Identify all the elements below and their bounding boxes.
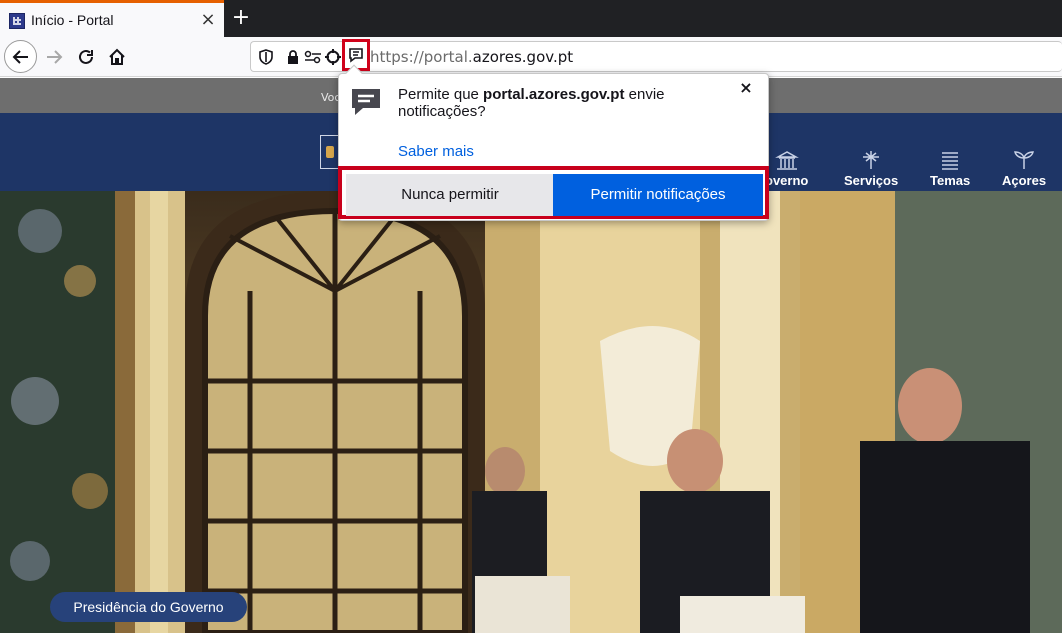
learn-more-link[interactable]: Saber mais: [398, 143, 474, 160]
back-arrow-icon: [12, 49, 28, 64]
tab-title: Início - Portal: [31, 12, 114, 28]
popup-message: Permite que portal.azores.gov.pt envie n…: [398, 86, 698, 120]
hero-caption-badge[interactable]: Presidência do Governo: [50, 592, 247, 622]
url-host-prefix: portal.: [423, 48, 473, 66]
building-icon: [774, 151, 799, 170]
lock-icon[interactable]: [284, 48, 302, 66]
menu-label: Açores: [1002, 173, 1047, 188]
list-icon: [942, 152, 959, 170]
popup-close-button[interactable]: ×: [735, 77, 757, 99]
notification-chat-icon: [349, 48, 363, 63]
back-button[interactable]: [4, 40, 37, 73]
hero-photo-illustration: [0, 191, 1062, 633]
menu-item-governo[interactable]: overno: [765, 149, 808, 188]
site-favicon-icon: [9, 13, 25, 29]
never-allow-button[interactable]: Nunca permitir: [346, 174, 554, 216]
menu-label: Serviços: [844, 173, 899, 188]
menu-label: Temas: [930, 173, 971, 188]
new-tab-button[interactable]: +: [230, 6, 252, 30]
url-host-domain: azores.gov.pt: [472, 48, 574, 66]
home-icon: [109, 48, 125, 65]
forward-arrow-icon: [47, 50, 63, 64]
navigation-bar: https://portal.azores.gov.pt: [0, 37, 1062, 77]
tab-close-button[interactable]: ×: [197, 9, 219, 31]
popup-actions: Nunca permitir Permitir notificações: [338, 166, 769, 219]
azores-government-logo[interactable]: [320, 135, 340, 169]
notification-chat-icon: [352, 89, 380, 115]
permissions-icon[interactable]: [304, 48, 322, 66]
tab-strip: Início - Portal × +: [0, 0, 1062, 37]
browser-tab[interactable]: Início - Portal ×: [0, 0, 224, 37]
home-button[interactable]: [101, 41, 133, 73]
menu-item-servicos[interactable]: Serviços: [844, 149, 898, 188]
message-host: portal.azores.gov.pt: [483, 86, 625, 103]
menu-item-acores[interactable]: Açores: [1002, 149, 1046, 188]
shield-icon[interactable]: [257, 48, 275, 66]
reload-button[interactable]: [70, 41, 102, 73]
reload-icon: [79, 49, 93, 64]
allow-notifications-button[interactable]: Permitir notificações: [553, 174, 763, 216]
url-bar[interactable]: https://portal.azores.gov.pt: [250, 39, 1062, 72]
tracking-icon[interactable]: [324, 48, 342, 66]
message-before: Permite que: [398, 86, 484, 103]
menu-label: overno: [765, 173, 809, 188]
services-icon: [863, 151, 880, 169]
plant-icon: [1014, 151, 1034, 169]
menu-item-temas[interactable]: Temas: [930, 149, 970, 188]
url-scheme: https://: [370, 48, 424, 66]
notification-permission-popup: Permite que portal.azores.gov.pt envie n…: [338, 64, 769, 221]
hero-image: [0, 191, 1062, 633]
forward-button[interactable]: [38, 41, 70, 73]
url-text[interactable]: https://portal.azores.gov.pt: [370, 48, 573, 66]
